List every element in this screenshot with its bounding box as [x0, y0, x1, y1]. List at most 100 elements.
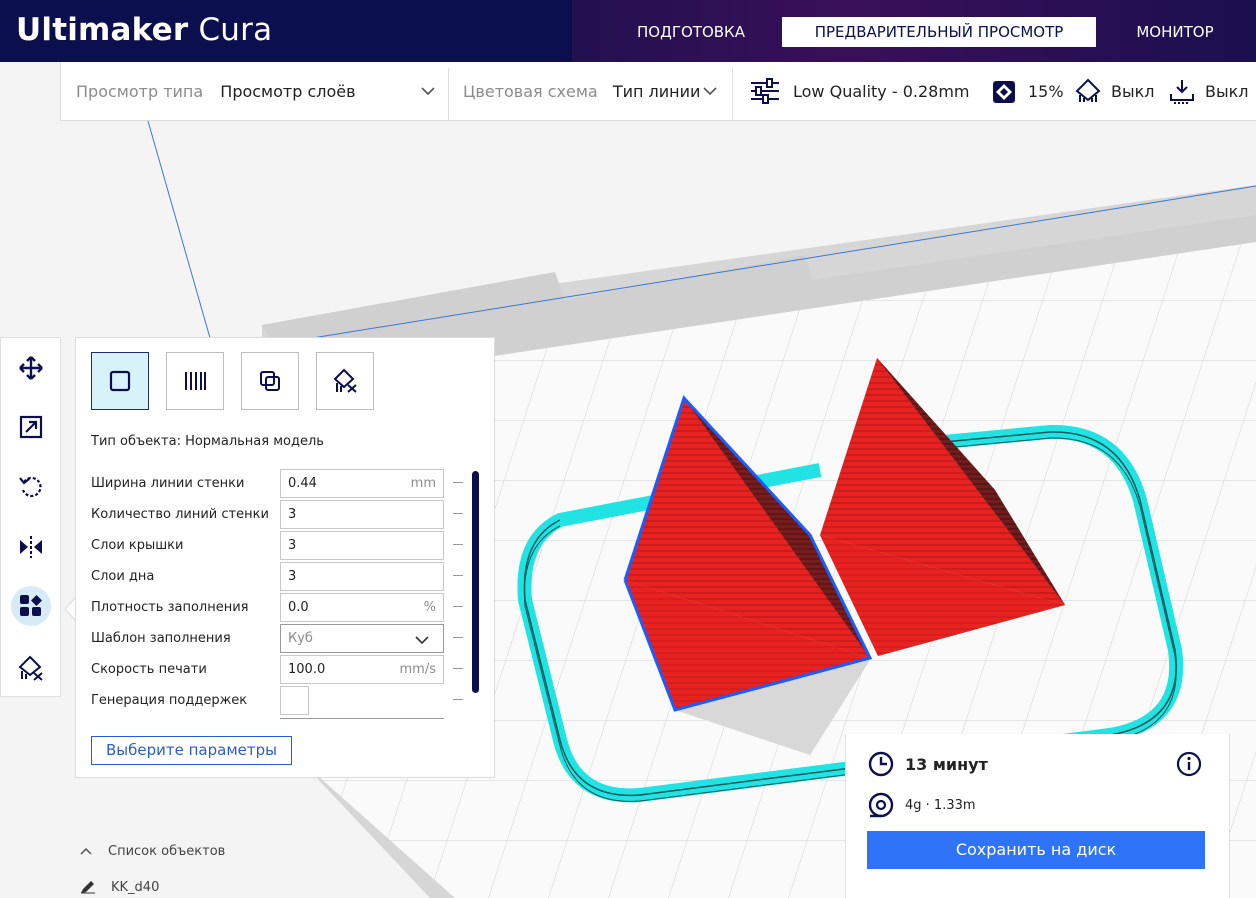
setting-value: 100.0 [288, 662, 326, 677]
setting-value: Куб [288, 631, 313, 646]
support-blocker-icon [18, 655, 43, 681]
setting-label: Количество линий стенки [91, 507, 269, 522]
mesh-type-support-button[interactable] [166, 352, 224, 410]
reset-dash[interactable] [453, 699, 463, 700]
setting-row: Количество линий стенки 3 [91, 500, 463, 530]
app-logo: Ultimaker Cura [16, 12, 272, 48]
generate-support-checkbox[interactable] [280, 686, 309, 715]
adhesion-icon [1170, 80, 1194, 104]
tab-preview[interactable]: ПРЕДВАРИТЕЛЬНЫЙ ПРОСМОТР [782, 17, 1096, 47]
color-scheme-select[interactable]: Цветовая схема Тип линии [463, 62, 728, 121]
tab-prepare[interactable]: ПОДГОТОВКА [622, 17, 760, 47]
mirror-icon [20, 536, 42, 558]
anti-overhang-icon [333, 368, 357, 393]
support-mesh-icon [185, 372, 206, 390]
normal-model-icon [109, 370, 131, 392]
rotate-tool-button[interactable] [11, 467, 51, 507]
select-settings-button[interactable]: Выберите параметры [91, 736, 292, 765]
chevron-down-icon [421, 87, 435, 96]
setting-value: 0.0 [288, 600, 309, 615]
move-icon [19, 356, 43, 380]
setting-label: Ширина линии стенки [91, 476, 245, 491]
setting-row: Слои крышки 3 [91, 531, 463, 561]
bottom-layers-input[interactable]: 3 [280, 562, 444, 591]
reset-dash[interactable] [453, 513, 463, 514]
toolbar-divider [448, 68, 449, 120]
tab-monitor[interactable]: МОНИТОР [1118, 17, 1232, 47]
brand-bold: Ultimaker [16, 12, 189, 48]
print-time: 13 минут [905, 755, 988, 774]
move-tool-button[interactable] [11, 348, 51, 388]
object-list-title: Список объектов [108, 844, 226, 859]
color-scheme-value: Тип линии [612, 82, 701, 101]
setting-value: 0.44 [288, 476, 317, 491]
setting-label: Плотность заполнения [91, 600, 249, 615]
tool-strip [0, 337, 61, 697]
infill-value: 15% [1028, 82, 1064, 101]
reset-dash[interactable] [453, 544, 463, 545]
infill-pattern-select[interactable]: Куб [280, 624, 444, 653]
quality-profile: Low Quality - 0.28mm [793, 82, 970, 101]
save-to-disk-button[interactable]: Сохранить на диск [867, 831, 1205, 869]
print-settings-summary[interactable]: Low Quality - 0.28mm 15% Выкл Выкл [749, 62, 1256, 121]
setting-row: Шаблон заполнения Куб [91, 624, 463, 654]
reset-dash[interactable] [453, 606, 463, 607]
setting-unit: % [423, 600, 436, 615]
next-row-edge [280, 718, 444, 719]
pencil-icon [81, 881, 95, 894]
scale-tool-button[interactable] [11, 407, 51, 447]
per-model-settings-button[interactable] [11, 586, 51, 626]
chevron-up-icon [80, 847, 92, 855]
rotate-icon [19, 476, 42, 498]
support-icon [1075, 78, 1101, 102]
clock-icon [868, 751, 894, 777]
reset-dash[interactable] [453, 482, 463, 483]
object-name: KK_d40 [111, 880, 160, 895]
view-type-select[interactable]: Просмотр типа Просмотр слоёв [76, 62, 446, 121]
setting-row: Генерация поддержек [91, 686, 463, 716]
adhesion-value: Выкл [1205, 82, 1249, 101]
top-layers-input[interactable]: 3 [280, 531, 444, 560]
setting-label: Слои дна [91, 569, 155, 584]
per-model-settings-icon [20, 595, 42, 616]
mesh-type-overlap-button[interactable] [241, 352, 299, 410]
setting-row: Плотность заполнения 0.0 % [91, 593, 463, 623]
sliders-icon [751, 78, 779, 104]
chevron-down-icon [415, 636, 429, 645]
mesh-type-anti-overhang-button[interactable] [316, 352, 374, 410]
settings-scrollbar[interactable] [472, 471, 479, 693]
scale-icon [19, 415, 43, 439]
support-value: Выкл [1111, 82, 1155, 101]
print-speed-input[interactable]: 100.0 mm/s [280, 655, 444, 684]
brand-light: Cura [198, 12, 273, 48]
setting-label: Скорость печати [91, 662, 207, 677]
reset-dash[interactable] [453, 575, 463, 576]
material-usage: 4g · 1.33m [905, 798, 976, 813]
infill-icon [993, 81, 1015, 103]
view-type-value: Просмотр слоёв [220, 82, 356, 101]
setting-value: 3 [288, 507, 297, 522]
print-summary-panel: 13 минут 4g · 1.33m Сохранить на диск [845, 734, 1230, 898]
mirror-tool-button[interactable] [11, 527, 51, 567]
wall-line-width-input[interactable]: 0.44 mm [280, 469, 444, 498]
mesh-type-normal-button[interactable] [91, 352, 149, 410]
app-header: Ultimaker Cura ПОДГОТОВКА ПРЕДВАРИТЕЛЬНЫ… [0, 0, 1256, 62]
setting-label: Генерация поддержек [91, 693, 248, 708]
view-toolbar: Просмотр типа Просмотр слоёв Цветовая сх… [60, 62, 1256, 121]
setting-unit: mm [410, 476, 436, 491]
overlap-mesh-icon [260, 371, 280, 391]
setting-unit: mm/s [399, 662, 436, 677]
object-type-label: Тип объекта: Нормальная модель [91, 434, 324, 449]
setting-label: Слои крышки [91, 538, 184, 553]
support-blocker-button[interactable] [11, 648, 51, 688]
setting-value: 3 [288, 569, 297, 584]
filament-spool-icon [868, 792, 894, 818]
infill-density-input[interactable]: 0.0 % [280, 593, 444, 622]
color-scheme-label: Цветовая схема [463, 82, 598, 101]
chevron-down-icon [703, 87, 717, 96]
wall-line-count-input[interactable]: 3 [280, 500, 444, 529]
reset-dash[interactable] [453, 668, 463, 669]
reset-dash[interactable] [453, 637, 463, 638]
toolbar-divider [732, 68, 733, 120]
info-icon[interactable] [1176, 751, 1202, 777]
